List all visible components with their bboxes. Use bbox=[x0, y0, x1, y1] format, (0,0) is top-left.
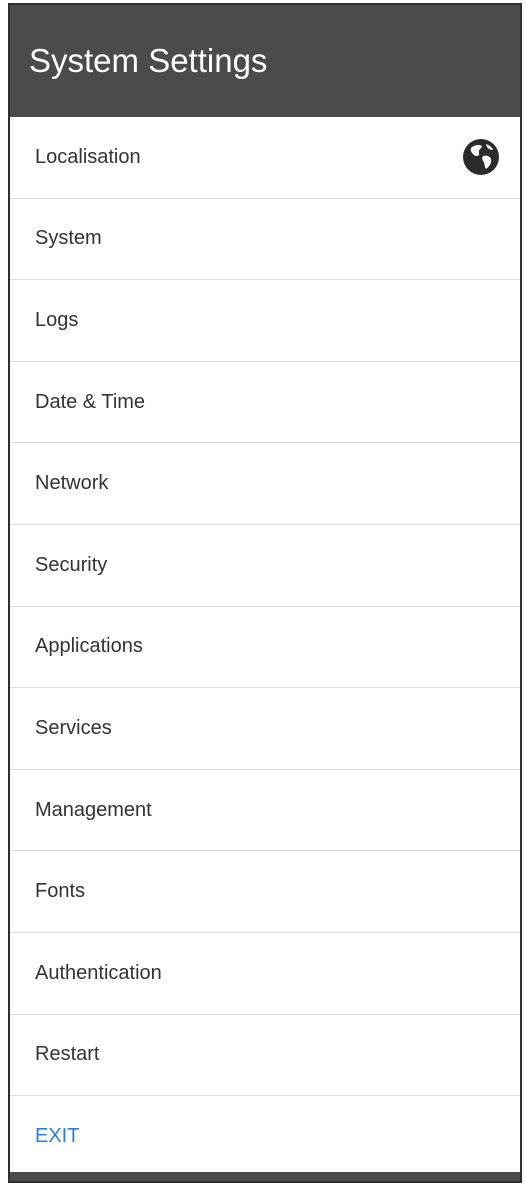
page-title: System Settings bbox=[29, 42, 268, 79]
globe-icon bbox=[462, 138, 500, 176]
menu-item-label: Fonts bbox=[35, 880, 86, 903]
menu-item-authentication[interactable]: Authentication bbox=[10, 933, 520, 1015]
menu-item-security[interactable]: Security bbox=[10, 525, 520, 607]
settings-menu: Localisation System Logs Date & Time Net… bbox=[10, 117, 520, 1178]
menu-item-applications[interactable]: Applications bbox=[10, 607, 520, 689]
menu-item-restart[interactable]: Restart bbox=[10, 1015, 520, 1097]
menu-item-fonts[interactable]: Fonts bbox=[10, 851, 520, 933]
menu-item-label: Services bbox=[35, 716, 112, 739]
menu-item-label: Management bbox=[35, 798, 152, 821]
footer-bar bbox=[10, 1172, 520, 1181]
menu-item-label: Authentication bbox=[35, 961, 162, 984]
menu-item-date-time[interactable]: Date & Time bbox=[10, 362, 520, 444]
menu-item-label: Network bbox=[35, 472, 109, 495]
menu-item-label: Localisation bbox=[35, 145, 141, 168]
menu-item-network[interactable]: Network bbox=[10, 443, 520, 525]
menu-item-management[interactable]: Management bbox=[10, 770, 520, 852]
menu-item-services[interactable]: Services bbox=[10, 688, 520, 770]
settings-panel: System Settings Localisation System Logs… bbox=[8, 3, 522, 1183]
menu-item-label: Restart bbox=[35, 1043, 100, 1066]
menu-item-label: Logs bbox=[35, 308, 79, 331]
menu-item-label: Applications bbox=[35, 635, 143, 658]
exit-link[interactable]: EXIT bbox=[10, 1096, 520, 1178]
menu-item-label: Security bbox=[35, 553, 108, 576]
menu-item-system[interactable]: System bbox=[10, 199, 520, 281]
header-bar: System Settings bbox=[10, 5, 520, 117]
exit-label: EXIT bbox=[35, 1125, 80, 1148]
menu-item-label: System bbox=[35, 227, 102, 250]
menu-item-localisation[interactable]: Localisation bbox=[10, 117, 520, 199]
menu-item-logs[interactable]: Logs bbox=[10, 280, 520, 362]
menu-item-label: Date & Time bbox=[35, 390, 146, 413]
